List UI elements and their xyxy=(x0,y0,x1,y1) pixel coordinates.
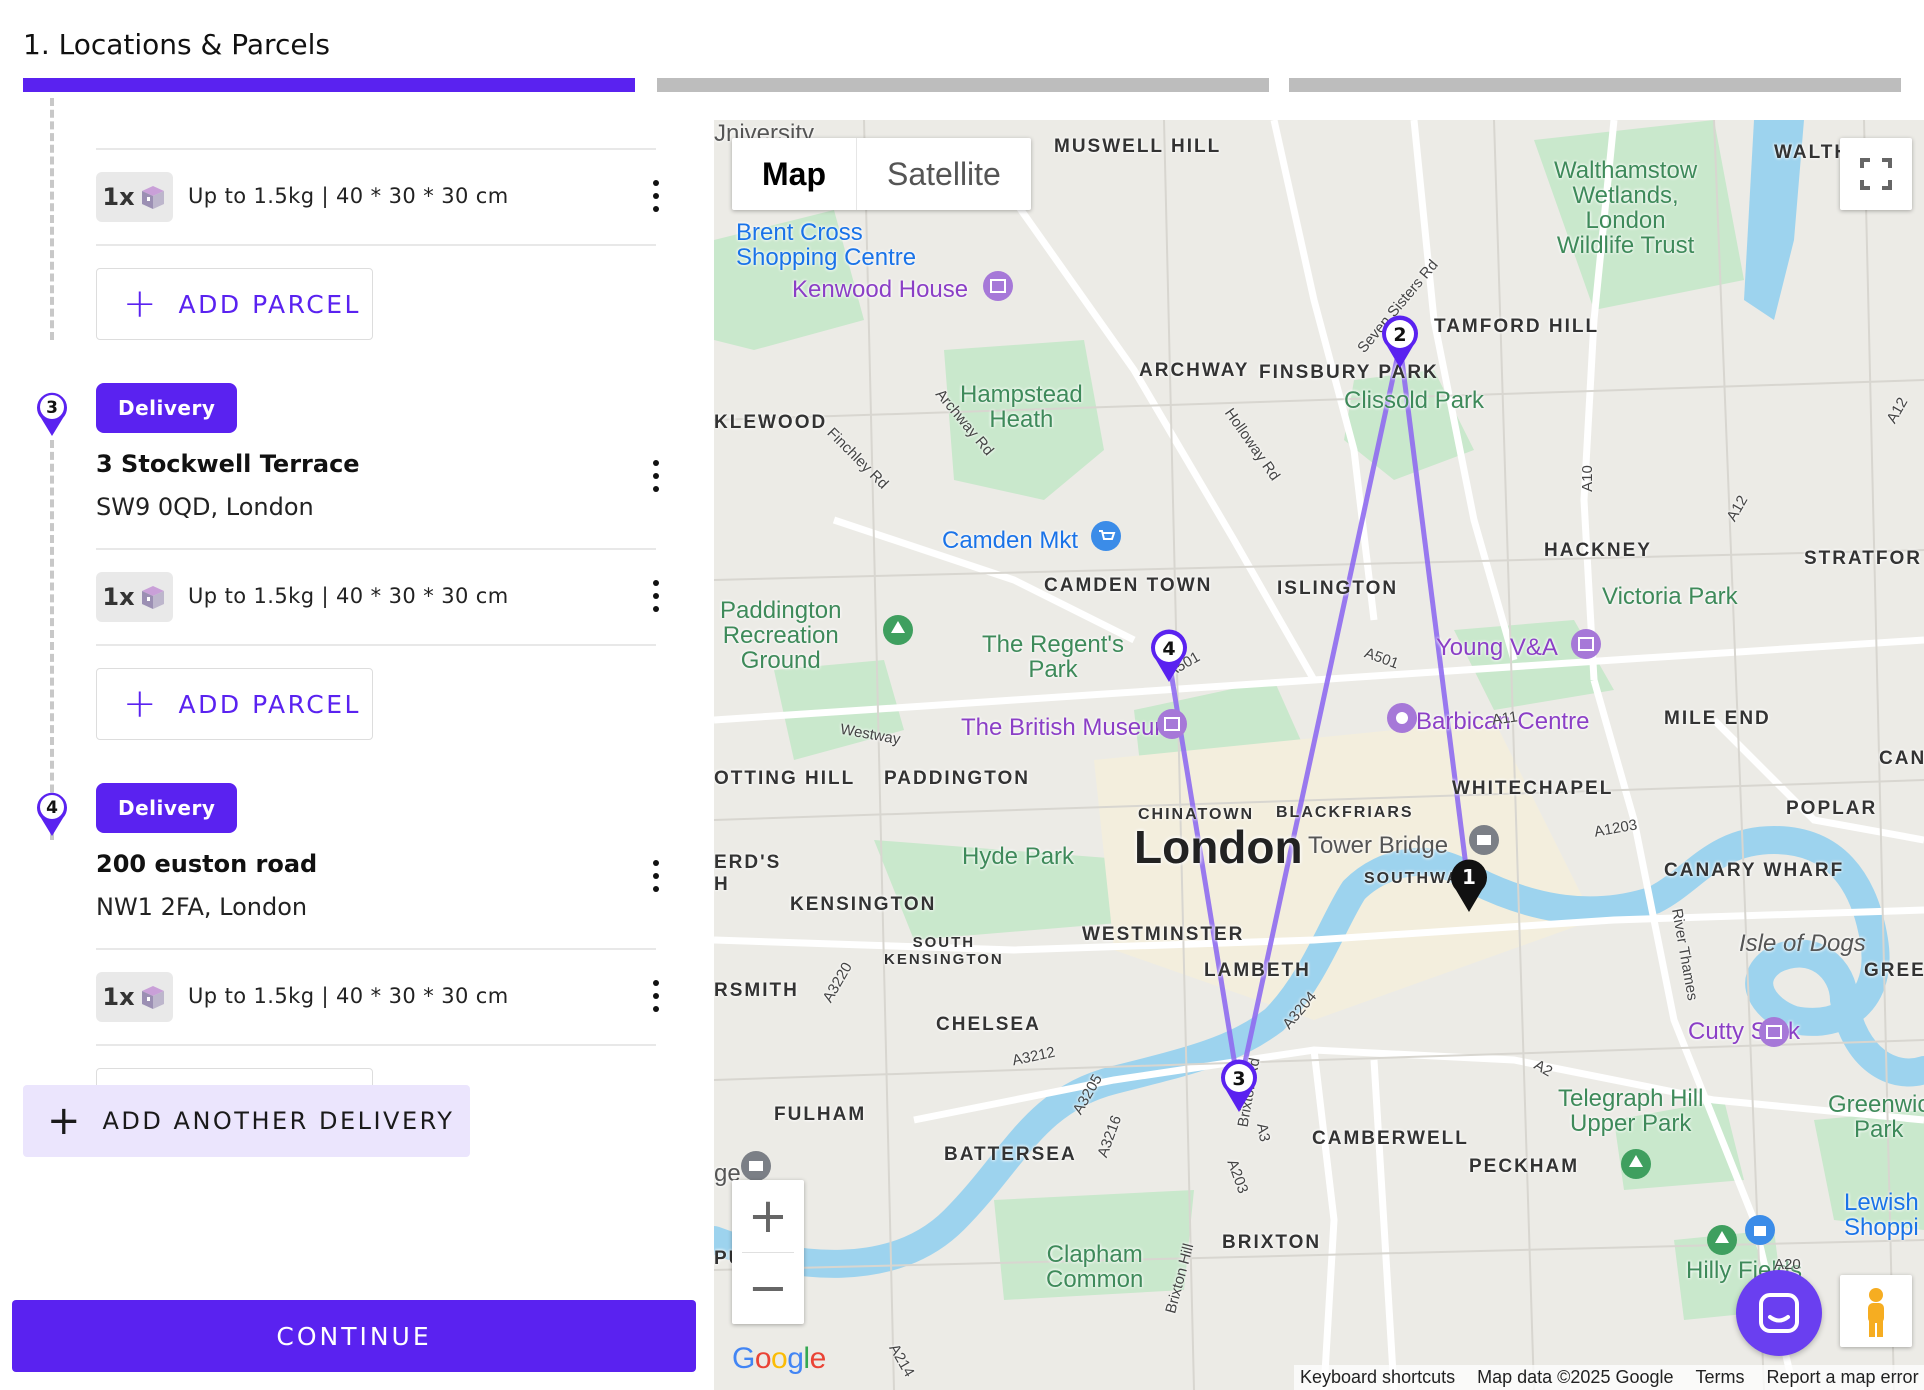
landmark-icon xyxy=(1469,825,1499,855)
divider xyxy=(96,644,656,646)
divider xyxy=(96,948,656,950)
step-progress-1 xyxy=(23,78,635,92)
stop-more-menu[interactable] xyxy=(648,856,664,896)
svg-text:3: 3 xyxy=(46,398,58,418)
map-type-map-tab[interactable]: Map xyxy=(732,138,856,210)
add-parcel-button[interactable]: + ADD PARCEL xyxy=(96,268,373,340)
stop-more-menu[interactable] xyxy=(648,456,664,496)
terms-link[interactable]: Terms xyxy=(1696,1365,1745,1390)
svg-text:4: 4 xyxy=(46,798,58,818)
route-marker-1[interactable]: 1 xyxy=(1447,856,1491,914)
svg-text:3: 3 xyxy=(1232,1068,1245,1090)
street-view-pegman-button[interactable] xyxy=(1840,1275,1912,1347)
museum-icon xyxy=(1157,709,1187,739)
park-tree-icon xyxy=(1621,1149,1651,1179)
parcel-quantity: 1x xyxy=(102,983,135,1011)
parcel-box-icon xyxy=(141,986,164,1009)
report-map-error-link[interactable]: Report a map error xyxy=(1767,1365,1919,1390)
continue-button[interactable]: CONTINUE xyxy=(12,1300,696,1372)
add-another-delivery-label: ADD ANOTHER DELIVERY xyxy=(102,1107,455,1135)
stop-address-line2: NW1 2FA, London xyxy=(96,893,308,921)
theatre-icon xyxy=(1387,703,1417,733)
museum-icon xyxy=(1759,1017,1789,1047)
parcel-more-menu[interactable] xyxy=(648,576,664,616)
route-map[interactable]: Jniversity MUSWELL HILL WALTHAMST Waltha… xyxy=(714,120,1924,1390)
museum-icon xyxy=(1571,629,1601,659)
route-marker-2[interactable]: 2 xyxy=(1378,312,1422,370)
step-title: 1. Locations & Parcels xyxy=(23,28,330,61)
plus-icon: + xyxy=(747,1188,789,1244)
route-marker-3[interactable]: 3 xyxy=(1217,1056,1261,1114)
stops-panel: 1x Up to 1.5kg | 40 * 30 * 30 cm + ADD P… xyxy=(0,98,700,1390)
timeline-connector xyxy=(50,98,54,340)
park-tree-icon xyxy=(883,615,913,645)
parcel-quantity: 1x xyxy=(102,183,135,211)
svg-text:1: 1 xyxy=(1462,865,1476,889)
divider xyxy=(96,548,656,550)
add-parcel-button[interactable]: + ADD PARCEL xyxy=(96,668,373,740)
zoom-out-button[interactable]: − xyxy=(732,1252,804,1324)
plus-icon: + xyxy=(47,1098,81,1144)
parcel-quantity-chip: 1x xyxy=(96,972,173,1022)
add-another-delivery-button[interactable]: + ADD ANOTHER DELIVERY xyxy=(23,1085,470,1157)
svg-text:4: 4 xyxy=(1162,638,1175,660)
stop-number-3-pin: 3 xyxy=(33,388,71,438)
chat-icon xyxy=(1759,1293,1799,1333)
parcel-quantity-chip: 1x xyxy=(96,572,173,622)
zoom-in-button[interactable]: + xyxy=(732,1180,804,1252)
zoom-control: + − xyxy=(732,1180,804,1324)
parcel-more-menu[interactable] xyxy=(648,976,664,1016)
delivery-badge: Delivery xyxy=(96,783,238,833)
map-base-layer xyxy=(714,120,1924,1390)
park-tree-icon xyxy=(1707,1225,1737,1255)
parcel-quantity-chip: 1x xyxy=(96,172,173,222)
plus-icon: + xyxy=(123,281,157,327)
stop-number-4-pin: 4 xyxy=(33,788,71,838)
chat-launcher-button[interactable] xyxy=(1736,1270,1822,1356)
route-marker-4[interactable]: 4 xyxy=(1147,626,1191,684)
step-progress-2 xyxy=(657,78,1269,92)
parcel-description: Up to 1.5kg | 40 * 30 * 30 cm xyxy=(188,984,509,1008)
add-parcel-label: ADD PARCEL xyxy=(178,289,361,319)
divider xyxy=(96,1044,656,1046)
divider xyxy=(96,244,656,246)
step-progress-3 xyxy=(1289,78,1901,92)
parcel-quantity: 1x xyxy=(102,583,135,611)
stop-address-line1: 3 Stockwell Terrace xyxy=(96,450,360,478)
delivery-badge: Delivery xyxy=(96,383,238,433)
divider xyxy=(96,148,656,150)
keyboard-shortcuts-link[interactable]: Keyboard shortcuts xyxy=(1300,1365,1455,1390)
shopping-bag-icon xyxy=(1745,1215,1775,1245)
stop-address-line2: SW9 0QD, London xyxy=(96,493,314,521)
map-type-control: Map Satellite xyxy=(732,138,1031,210)
add-parcel-label: ADD PARCEL xyxy=(178,689,361,719)
svg-text:2: 2 xyxy=(1393,324,1406,346)
map-attribution: Keyboard shortcuts Map data ©2025 Google… xyxy=(1294,1365,1924,1390)
map-type-satellite-tab[interactable]: Satellite xyxy=(856,138,1031,210)
parcel-description: Up to 1.5kg | 40 * 30 * 30 cm xyxy=(188,584,509,608)
parcel-box-icon xyxy=(141,586,164,609)
landmark-icon xyxy=(741,1151,771,1181)
stop-address-line1: 200 euston road xyxy=(96,850,318,878)
museum-icon xyxy=(983,271,1013,301)
pegman-icon xyxy=(1868,1288,1884,1337)
timeline-connector xyxy=(50,440,54,840)
map-data-credit: Map data ©2025 Google xyxy=(1477,1367,1674,1387)
fullscreen-button[interactable] xyxy=(1840,138,1912,210)
google-logo: Google xyxy=(732,1342,826,1375)
shopping-cart-icon xyxy=(1091,521,1121,551)
parcel-description: Up to 1.5kg | 40 * 30 * 30 cm xyxy=(188,184,509,208)
parcel-more-menu[interactable] xyxy=(648,176,664,216)
parcel-box-icon xyxy=(141,186,164,209)
minus-icon: − xyxy=(747,1260,789,1316)
plus-icon: + xyxy=(123,681,157,727)
fullscreen-icon xyxy=(1860,158,1892,190)
